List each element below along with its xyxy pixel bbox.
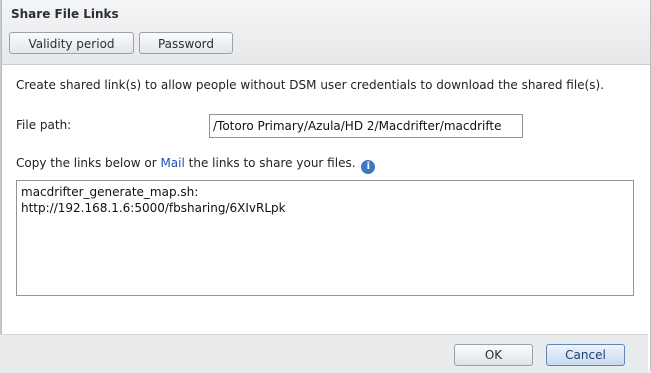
shared-links-textarea[interactable]: macdrifter_generate_map.sh: http://192.1… — [16, 180, 634, 296]
dialog-title: Share File Links — [11, 7, 119, 21]
description-text: Create shared link(s) to allow people wi… — [16, 78, 604, 92]
info-icon[interactable]: i — [361, 160, 376, 174]
dialog-header: Share File Links Validity period Passwor… — [2, 0, 650, 65]
tab-password[interactable]: Password — [139, 32, 233, 54]
mail-link[interactable]: Mail — [160, 156, 184, 170]
ok-button[interactable]: OK — [454, 344, 533, 366]
tab-validity-period[interactable]: Validity period — [9, 32, 134, 54]
cancel-button[interactable]: Cancel — [546, 344, 625, 366]
file-path-label: File path: — [16, 118, 72, 132]
copy-suffix: the links to share your files. — [184, 156, 356, 170]
file-path-field[interactable]: /Totoro Primary/Azula/HD 2/Macdrifter/ma… — [209, 114, 523, 138]
copy-instructions: Copy the links below or Mail the links t… — [16, 156, 376, 174]
share-file-links-dialog: Share File Links Validity period Passwor… — [1, 0, 651, 370]
copy-prefix: Copy the links below or — [16, 156, 161, 170]
